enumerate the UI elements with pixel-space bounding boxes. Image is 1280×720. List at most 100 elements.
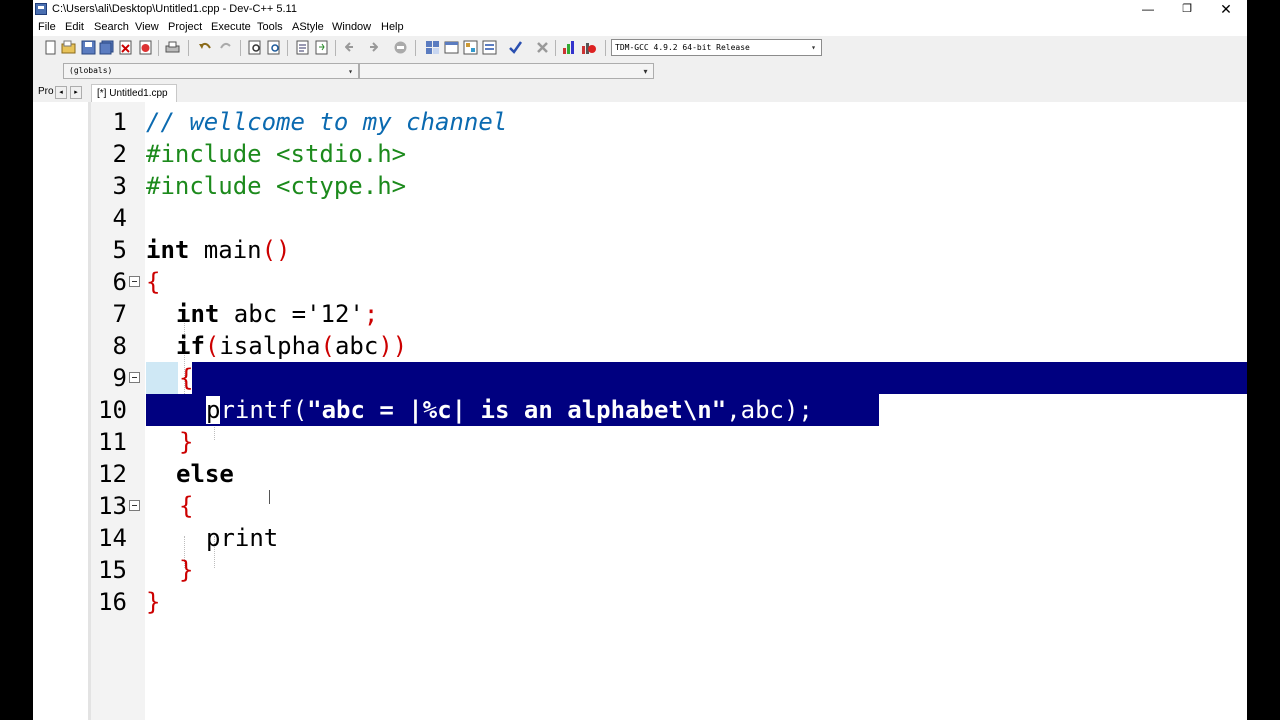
code-text: #include <stdio.h>: [146, 140, 407, 168]
menu-tools[interactable]: Tools: [257, 21, 283, 33]
identifier-token: p: [206, 396, 221, 424]
code-line: 11 }: [91, 426, 1247, 458]
unindent-icon[interactable]: [363, 40, 378, 55]
code-line: 10 printf("abc = |%c| is an alphabet\n",…: [91, 394, 1247, 426]
project-options-icon[interactable]: [444, 40, 459, 55]
tab-project[interactable]: Pro: [38, 86, 54, 97]
keyword-token: if: [176, 332, 205, 360]
fold-collapse-icon[interactable]: [129, 276, 140, 287]
delete-profile-icon[interactable]: [581, 40, 596, 55]
menu-search[interactable]: Search: [94, 21, 129, 33]
scope-select-value: (globals): [69, 66, 113, 75]
line-number: 10: [98, 396, 127, 424]
close-file-icon[interactable]: [118, 40, 133, 55]
identifier-token: isalpha: [219, 332, 321, 360]
line-number: 2: [112, 140, 127, 168]
code-line: 15 }: [91, 554, 1247, 586]
line-number: 3: [112, 172, 127, 200]
close-button[interactable]: ✕: [1207, 0, 1245, 19]
menu-file[interactable]: File: [38, 21, 56, 33]
class-browser-icon[interactable]: [463, 40, 478, 55]
identifier-token: abc =: [219, 300, 307, 328]
selection-highlight: [192, 362, 1247, 394]
print-icon[interactable]: [165, 40, 180, 55]
devcpp-app-icon: [35, 3, 47, 15]
find-icon[interactable]: [248, 40, 263, 55]
keyword-token: int: [146, 236, 190, 264]
replace-icon[interactable]: [267, 40, 282, 55]
code-text: int abc ='12';: [176, 298, 378, 330]
project-panel: [33, 102, 88, 720]
code-editor[interactable]: 1 // wellcome to my channel 2 #include <…: [91, 102, 1247, 720]
code-text: printf("abc = |%c| is an alphabet\n",abc…: [206, 394, 813, 426]
identifier-token: abc: [334, 332, 379, 360]
tab-scroll-right-icon[interactable]: ▸: [70, 86, 82, 99]
symbol-token: (): [261, 236, 291, 264]
line-number: 11: [98, 428, 127, 456]
mouse-ibeam-cursor: [269, 490, 271, 504]
line-number: 7: [112, 300, 127, 328]
code-text: int main(): [146, 234, 291, 266]
code-line: 5 int main(): [91, 234, 1247, 266]
chevron-down-icon: ▾: [643, 67, 648, 76]
menu-execute[interactable]: Execute: [211, 21, 251, 33]
syntax-check-icon[interactable]: [508, 40, 523, 55]
menu-project[interactable]: Project: [168, 21, 202, 33]
compiler-select[interactable]: TDM-GCC 4.9.2 64-bit Release ▾: [611, 39, 822, 56]
menu-help[interactable]: Help: [381, 21, 404, 33]
string-literal-token: "abc = |%c| is an alphabet\n": [307, 396, 727, 424]
new-file-icon[interactable]: [43, 40, 58, 55]
redo-icon[interactable]: [218, 40, 233, 55]
line-number: 15: [98, 556, 127, 584]
fold-collapse-icon[interactable]: [129, 500, 140, 511]
code-text: {: [179, 492, 194, 520]
goto-line-icon[interactable]: [314, 40, 329, 55]
function-select[interactable]: ▾: [359, 63, 654, 79]
tab-row: [33, 83, 1247, 102]
open-file-icon[interactable]: [61, 40, 76, 55]
selected-token: rintf(: [220, 396, 308, 424]
indent-icon[interactable]: [345, 40, 360, 55]
tab-scroll-left-icon[interactable]: ◂: [55, 86, 67, 99]
code-line: 2 #include <stdio.h>: [91, 138, 1247, 170]
toggle-comment-icon[interactable]: [393, 40, 408, 55]
code-line: 6 {: [91, 266, 1247, 298]
code-line: 13 {: [91, 490, 1247, 522]
title-bar: C:\Users\ali\Desktop\Untitled1.cpp - Dev…: [33, 0, 1247, 19]
identifier-token: main: [189, 236, 262, 264]
code-line: 1 // wellcome to my channel: [91, 106, 1247, 138]
code-text: }: [179, 428, 194, 456]
menu-view[interactable]: View: [135, 21, 159, 33]
tab-untitled1[interactable]: [*] Untitled1.cpp: [91, 84, 177, 102]
window-title: C:\Users\ali\Desktop\Untitled1.cpp - Dev…: [52, 3, 297, 15]
find-next-icon[interactable]: [295, 40, 310, 55]
code-text: else: [176, 460, 234, 488]
scope-select[interactable]: (globals) ▾: [63, 63, 359, 79]
save-all-icon[interactable]: [99, 40, 114, 55]
minimize-button[interactable]: —: [1129, 0, 1167, 19]
restore-button[interactable]: ❐: [1168, 0, 1206, 19]
fold-collapse-icon[interactable]: [129, 372, 140, 383]
compile-options-icon[interactable]: [482, 40, 497, 55]
line-number: 9: [112, 364, 127, 392]
profile-chart-icon[interactable]: [562, 40, 577, 55]
keyword-token: int: [176, 300, 220, 328]
devcpp-window: C:\Users\ali\Desktop\Untitled1.cpp - Dev…: [33, 0, 1247, 720]
delete-icon[interactable]: [535, 40, 550, 55]
menu-edit[interactable]: Edit: [65, 21, 84, 33]
menu-bar: File Edit Search View Project Execute To…: [33, 19, 1247, 36]
new-project-icon[interactable]: [425, 40, 440, 55]
symbol-token: ;: [363, 300, 379, 328]
line-number: 5: [112, 236, 127, 264]
line-number: 13: [98, 492, 127, 520]
selected-token: ,abc);: [726, 396, 813, 424]
menu-astyle[interactable]: AStyle: [292, 21, 324, 33]
code-line: 12 else: [91, 458, 1247, 490]
code-text: }: [146, 588, 161, 616]
undo-icon[interactable]: [198, 40, 213, 55]
close-all-icon[interactable]: [138, 40, 153, 55]
code-text: {: [179, 364, 194, 392]
code-line: 3 #include <ctype.h>: [91, 170, 1247, 202]
menu-window[interactable]: Window: [332, 21, 371, 33]
save-icon[interactable]: [81, 40, 96, 55]
